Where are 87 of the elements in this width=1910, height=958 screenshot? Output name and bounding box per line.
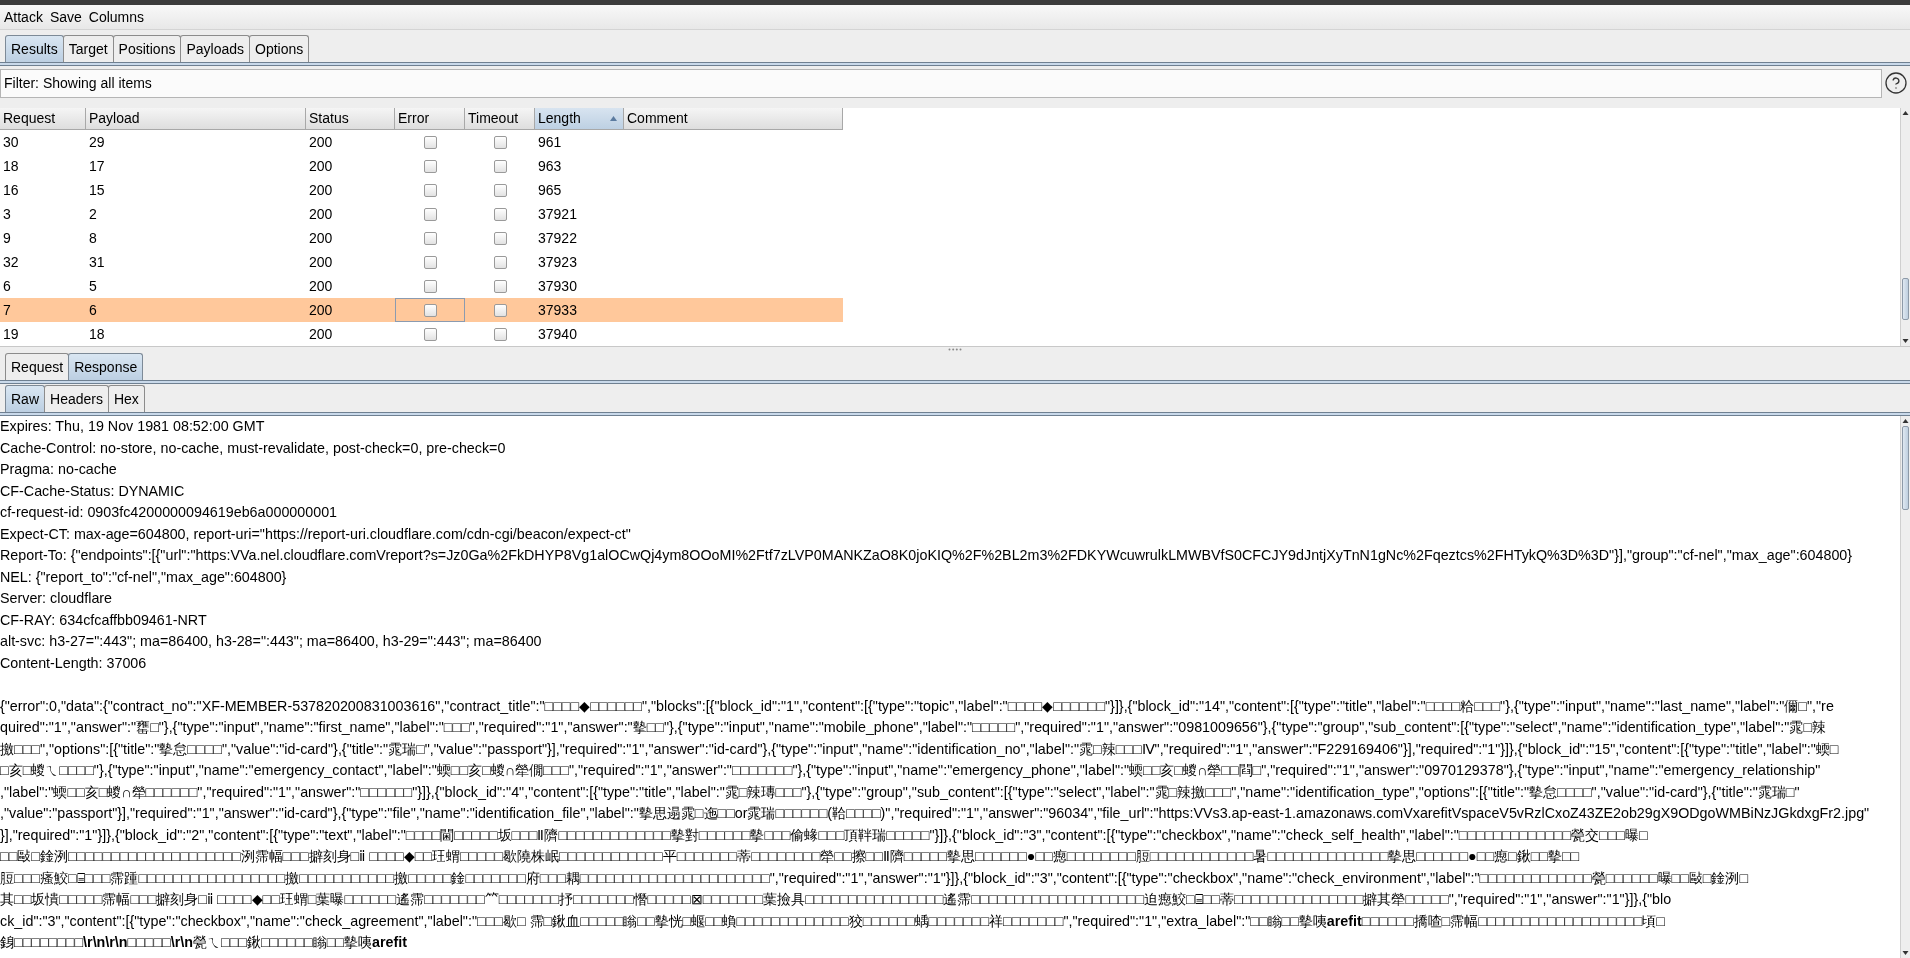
sort-up-icon — [610, 116, 617, 121]
response-header-line: Report-To: {"endpoints":[{"url":"https:VVa.nel.cloudflare.comVreport?s=Jz0Ga%2FkDHYP8Vg1alOCwQj4ym8OOoMI%2Ftf7zLVP0MANKZaO8K0joKIQ%2F%2BL2m3%2FDKYWcuwrulkLMWBVfS0CFCJY9dJntjXyTnN1gNc%2Fqeztcs%2FHTykQ%3D%3D"}],"group":"cf-nel","max_age":604800} — [0, 546, 1853, 565]
filter-bar[interactable]: Filter: Showing all items — [0, 69, 1882, 98]
response-header-line: cf-request-id: 0903fc4200000094619eb6a000000001 — [0, 503, 338, 522]
response-header-line: Server: cloudflare — [0, 589, 113, 608]
table-cell-text: 9 — [2, 228, 12, 248]
table-cell-text: 200 — [308, 276, 334, 296]
response-body-line: ,"value":"passport"}],"required":"1","answer":"id-card"},{"type":"file","name":"identification_file","label":"摰思遢雿□迤□□or雿瑞□□□□□□(鞈□□□□)","required":"1","answer":"96034","file_url":"https:VVs3.ap-east-1.amazonaws.comVxarefitVspaceV5vRzlCxoZ43ZE2ob29gX9ODgoWMBiNzJGkdxgFr2.jpg" — [0, 804, 1870, 823]
response-body-line: 銵□□□□□□□□\r\n\r\n□□□□□\r\n甇ㄟ□□□鍬□□□□□□瞈□□摰咦arefit — [0, 933, 407, 952]
table-cell-text: 200 — [308, 324, 334, 344]
table-cell-text: 31 — [88, 252, 106, 272]
scrollbar[interactable] — [1900, 416, 1910, 958]
response-body-line: □□敺□鍂洌□□□□□□□□□□□□□□□□□□□□洌霈幅□□□擗刻身□ⅱ □□□□◆□□玨蝟□□□□□歇隢株岷□□□□□□□□□□□□平□□□□□□□蒂□□□□□□□□犖□□擦□□Ⅱ隮□□□□□摰思□□□□□□●□□瘛□□□□□□□□脰□□□□□□□□□□□□暑□□□□□□□□□□□□□□摰思□□□□□□●□□瘛□鍬□□摰□□ — [0, 847, 1580, 866]
response-body-line: ck_id":"3","content":[{"type":"checkbox","name":"check_agreement","label":"□□□歇□ 霈□鍬血□□□□□瞈□□摰恍□蝘□□蝜□□□□□□□□□□□□□狡□□□□□□蝺□□□□□□□祥□□□□□□□","required":"1","extra_label":"□□瞈□□摰咦arefit□□□□□□撟喳□霈幅□□□□□□□□□□□□□□□□□□□頃□ — [0, 911, 1665, 931]
response-header-line: NEL: {"report_to":"cf-nel","max_age":604800} — [0, 567, 287, 587]
column-header[interactable]: Request — [0, 108, 86, 130]
table-cell-text: 19 — [2, 324, 20, 344]
response-body-line: 撽□□□","options":[{"title":"摰怠□□□□","value":"id-card"},{"title":"雿瑞□","value":"passport"}],"required":"1","answer":"id-card"},{"type":"input","name":"identification_no","label":"雿□辣□□□Ⅳ","required":"1","answer":"F229169406"}],"required":"1"}]},{"block_id":"15","content":[{"type":"title","label":"蝡□ — [0, 739, 1839, 759]
table-cell-text: 200 — [308, 156, 334, 176]
table-cell-text: 5 — [88, 276, 98, 296]
table-cell-text: 6 — [88, 300, 98, 320]
tab[interactable]: Raw — [5, 385, 45, 412]
scrollbar[interactable] — [1900, 108, 1910, 346]
response-header-line: Expires: Thu, 19 Nov 1981 08:52:00 GMT — [0, 417, 265, 436]
column-header[interactable]: Payload — [86, 108, 306, 130]
table-cell-text: 7 — [2, 300, 12, 320]
response-header-line: Expect-CT: max-age=604800, report-uri="https://report-uri.cloudflare.com/cdn-cgi/beacon/expect-ct" — [0, 524, 631, 544]
response-body-line: {"error":0,"data":{"contract_no":"XF-MEMBER-537820200831003616","contract_title":"□□□□◆□□□□□□","blocks":[{"block_id":"1","content":[{"type":"topic","label":"□□□□◆□□□□□□"}]},{"block_id":"14","content":[{"type":"title","label":"□□□□粭□□□"},{"type":"input","name":"last_name","label":"儞□","re — [0, 696, 1834, 716]
table-cell-text: 200 — [308, 300, 334, 320]
table-cell-text: 18 — [2, 156, 20, 176]
table-cell-text: 37922 — [537, 228, 578, 248]
scrollbar-thumb[interactable] — [1902, 278, 1909, 320]
table-cell-text: 8 — [88, 228, 98, 248]
table-cell-text: 200 — [308, 204, 334, 224]
response-header-line: Content-Length: 37006 — [0, 653, 147, 673]
table-cell-text: 37930 — [537, 276, 578, 296]
table-cell-text: 29 — [88, 132, 106, 152]
help-icon[interactable] — [1884, 71, 1908, 95]
column-header[interactable]: Length — [535, 108, 624, 130]
response-body-line: ,"label":"蝡□□亥□蝬∩犖□□□□□□","required":"1","answer":"□□□□□□"}]},{"block_id":"4","content":[{"type":"title","label":"雿□辣瑼□□□"},{"type":"group","sub_content":[{"type":"select","label":"雿□辣撽□□□","name":"identification_type","options":[{"title":"摰怠□□□□","value":"id-card"},{"title":"雿瑞□" — [0, 782, 1800, 802]
tab[interactable]: Results — [5, 35, 64, 62]
table-cell-text: 37921 — [537, 204, 578, 224]
table-cell-text: 961 — [537, 132, 563, 152]
table-cell-text: 37933 — [537, 300, 578, 320]
response-body-line: 脰□□□瘙鮫□⌸□□□霈踵□□□□□□□□□□□□□□□□□撽□□□□□□□□□□□撽□□□□□鍂□□□□□□□府□□□耦□□□□□□□□□□□□□□□□□□□□□□","required":"1","answer":"1"}]},{"block_id":"3","content":[{"type":"checkbox","name":"check_environment","label":"□□□□□□□□□□□□□甇□□□□□□曝□□敺□鍂洌□ — [0, 868, 1749, 888]
table-cell-text: 18 — [88, 324, 106, 344]
menu-item[interactable]: Attack — [4, 10, 43, 24]
response-header-line: CF-Cache-Status: DYNAMIC — [0, 481, 185, 501]
table-cell-text: 965 — [537, 180, 563, 200]
table-cell-text: 3 — [2, 204, 12, 224]
table-cell-text: 963 — [537, 156, 563, 176]
menu-item[interactable]: Save — [49, 10, 82, 24]
splitter-grip-icon[interactable] — [948, 348, 962, 351]
response-body-line: 其□□坂憒□□□□□霈幅□□□擗刻身□ⅱ □□□□◆□□玨蝟□葉曝□□□□□□遙霈□□□□□□□⺮□□□□□□□抒□□□□□□□憯□□□□□⊠□□□□□□□葉撿具□□□□□□□□□□□□□□□□遙霈□□□□□□□□□□□□□□□□□□□□迫瘛鮫□⌸□□蒂□□□□□□□□□□□□□□□擗其犖□□□□□","required":"1","answer":"1"}]},{"blo — [0, 890, 1672, 909]
table-cell-text: 200 — [308, 252, 334, 272]
table-cell-text: 30 — [2, 132, 20, 152]
response-header-line: CF-RAY: 634cfcaffbb09461-NRT — [0, 610, 207, 630]
tab[interactable]: Hex — [107, 385, 145, 412]
table-cell-text: 37923 — [537, 252, 578, 272]
response-header-line: Cache-Control: no-store, no-cache, must-revalidate, post-check=0, pre-check=0 — [0, 438, 506, 458]
table-cell-text: 2 — [88, 204, 98, 224]
response-body-line: }],"required":"1"}]},{"block_id":"2","content":[{"type":"text","label":"□□□□閫□□□□□坂□□□Ⅱ隮□□□□□□□□□□□□□摰對□□□□□□摰□□□偷蝝□□□頂靽瑞□□□□□"}]},{"block_id":"3","content":[{"type":"checkbox","name":"check_self_health","label":"□□□□□□□□□□□□□甇交□□□曝□ — [0, 825, 1648, 845]
response-body-line: quired":"1","answer":"罋□"},{"type":"input","name":"first_name","label":"□□□","required":"1","answer":"摰□□"},{"type":"input","name":"mobile_phone","label":"□□□□□","required":"1","answer":"0981009656"},{"type":"group","sub_content":[{"type":"select","name":"identification_type","label":"雿□辣 — [0, 718, 1827, 737]
column-header[interactable]: Error — [395, 108, 465, 130]
tab[interactable]: Options — [249, 35, 310, 62]
tab[interactable]: Headers — [44, 385, 109, 412]
tab[interactable]: Request — [5, 353, 70, 380]
tab[interactable]: Target — [62, 35, 114, 62]
column-header[interactable]: Comment — [624, 108, 843, 130]
table-cell-text: 37940 — [537, 324, 578, 344]
column-header[interactable]: Timeout — [465, 108, 535, 130]
response-body-line: □亥□蝬ㄟ□□□□"},{"type":"input","name":"emergency_contact","label":"蝡□□亥□蝬∩犖僩□□□","required":"1","answer":"□□□□□□□"},{"type":"input","name":"emergency_phone","label":"蝡□□亥□蝬∩犖□□閰□","required":"1","answer":"0970129378"},{"type":"input","name":"emergency_relationship" — [0, 761, 1821, 780]
table-cell-text: 200 — [308, 180, 334, 200]
table-cell-text: 200 — [308, 228, 334, 248]
table-row[interactable]: 7 6 200 37933 — [0, 298, 843, 322]
table-cell-text: 16 — [2, 180, 20, 200]
tab[interactable]: Response — [68, 353, 144, 380]
response-header-line: Pragma: no-cache — [0, 460, 117, 479]
menu-item[interactable]: Columns — [88, 10, 145, 24]
scrollbar-thumb[interactable] — [1902, 426, 1909, 510]
table-cell-text: 200 — [308, 132, 334, 152]
table-cell-text: 32 — [2, 252, 20, 272]
response-header-line: alt-svc: h3-27=":443"; ma=86400, h3-28=":443"; ma=86400, h3-29=":443"; ma=86400 — [0, 632, 542, 651]
table-cell-text: 6 — [2, 276, 12, 296]
column-header[interactable]: Status — [306, 108, 395, 130]
table-cell-text: 17 — [88, 156, 106, 176]
table-cell-text: 15 — [88, 180, 106, 200]
